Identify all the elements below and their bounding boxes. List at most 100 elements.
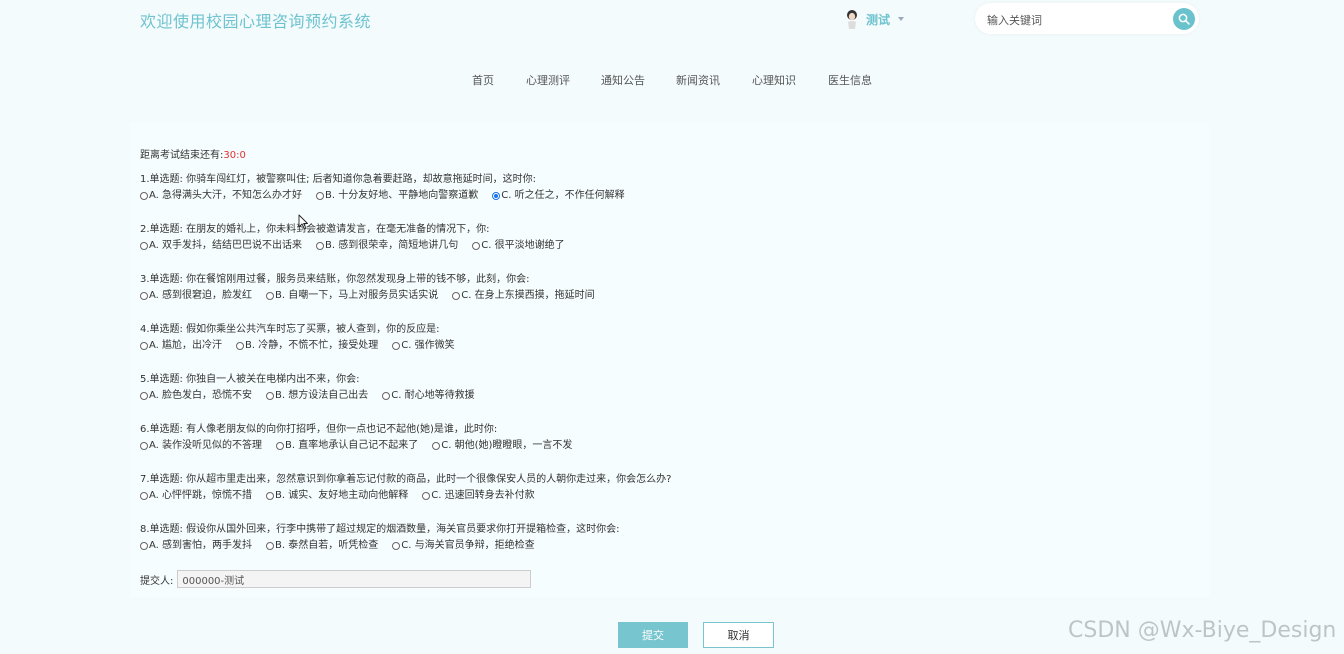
answer-option-label: C. 迅速回转身去补付款 bbox=[431, 490, 535, 501]
answer-option[interactable]: B. 十分友好地、平静地向警察道歉 bbox=[316, 188, 478, 204]
answer-option-label: C. 很平淡地谢绝了 bbox=[481, 240, 565, 251]
answer-option[interactable]: A. 急得满头大汗，不知怎么办才好 bbox=[140, 188, 302, 204]
answer-option[interactable]: A. 双手发抖，结结巴巴说不出话来 bbox=[140, 238, 302, 254]
question-options: A. 心怦怦跳，惊慌不措 B. 诚实、友好地主动向他解释 C. 迅速回转身去补付款 bbox=[140, 488, 671, 504]
avatar bbox=[844, 9, 860, 29]
cancel-button[interactable]: 取消 bbox=[703, 622, 774, 648]
question-item: 6.单选题: 有人像老朋友似的向你打招呼，但你一点也记不起他(她)是谁，此时你:… bbox=[140, 422, 586, 454]
answer-option[interactable]: C. 朝他(她)瞪瞪眼，一言不发 bbox=[432, 438, 572, 454]
answer-option-label: C. 在身上东摸西摸，拖延时间 bbox=[461, 290, 595, 301]
nav-item-news[interactable]: 新闻资讯 bbox=[676, 72, 720, 88]
radio-button[interactable] bbox=[140, 492, 148, 500]
answer-option-label: B. 冷静，不慌不忙，接受处理 bbox=[245, 340, 379, 351]
radio-button[interactable] bbox=[236, 342, 245, 350]
question-item: 2.单选题: 在朋友的婚礼上，你未料到会被邀请发言，在毫无准备的情况下，你: A.… bbox=[140, 222, 579, 254]
radio-button[interactable] bbox=[140, 392, 148, 400]
answer-option-label: B. 自嘲一下，马上对服务员实话实说 bbox=[275, 290, 439, 301]
question-title: 4.单选题: 假如你乘坐公共汽车时忘了买票，被人查到，你的反应是: bbox=[140, 324, 440, 335]
answer-option-label: B. 十分友好地、平静地向警察道歉 bbox=[325, 190, 479, 201]
answer-option-label: A. 双手发抖，结结巴巴说不出话来 bbox=[149, 240, 303, 251]
answer-option[interactable]: C. 强作微笑 bbox=[392, 338, 455, 354]
answer-option[interactable]: B. 想方设法自己出去 bbox=[266, 388, 368, 404]
radio-button[interactable] bbox=[316, 242, 325, 250]
nav-item-notices[interactable]: 通知公告 bbox=[601, 72, 645, 88]
question-item: 4.单选题: 假如你乘坐公共汽车时忘了买票，被人查到，你的反应是: A. 尴尬，出… bbox=[140, 322, 469, 354]
answer-option[interactable]: C. 在身上东摸西摸，拖延时间 bbox=[452, 288, 595, 304]
question-title: 3.单选题: 你在餐馆刚用过餐，服务员来结账，你忽然发现身上带的钱不够，此刻，你… bbox=[140, 274, 530, 285]
username[interactable]: 测试 bbox=[866, 11, 890, 28]
answer-option[interactable]: C. 很平淡地谢绝了 bbox=[472, 238, 565, 254]
answer-option[interactable]: A. 装作没听见似的不答理 bbox=[140, 438, 262, 454]
radio-button[interactable] bbox=[140, 242, 148, 250]
answer-option-label: B. 想方设法自己出去 bbox=[275, 390, 369, 401]
answer-option[interactable]: B. 自嘲一下，马上对服务员实话实说 bbox=[266, 288, 438, 304]
watermark: CSDN @Wx-Biye_Design bbox=[1068, 618, 1337, 643]
radio-button[interactable] bbox=[392, 542, 401, 550]
radio-button[interactable] bbox=[140, 292, 148, 300]
question-item: 5.单选题: 你独自一人被关在电梯内出不来，你会: A. 脸色发白，恐慌不安 B. … bbox=[140, 372, 489, 404]
nav-item-assessment[interactable]: 心理测评 bbox=[526, 72, 570, 88]
answer-option[interactable]: A. 脸色发白，恐慌不安 bbox=[140, 388, 252, 404]
submit-button[interactable]: 提交 bbox=[618, 622, 688, 648]
radio-button[interactable] bbox=[276, 442, 285, 450]
exam-timer: 距离考试结束还有:30:0 bbox=[140, 146, 246, 161]
answer-option-label: B. 直率地承认自己记不起来了 bbox=[285, 440, 419, 451]
radio-button[interactable] bbox=[432, 442, 441, 450]
answer-option-label: A. 心怦怦跳，惊慌不措 bbox=[149, 490, 253, 501]
nav-item-knowledge[interactable]: 心理知识 bbox=[752, 72, 796, 88]
radio-button[interactable] bbox=[452, 292, 461, 300]
question-options: A. 感到害怕，两手发抖 B. 泰然自若，听凭检查 C. 与海关官员争辩，拒绝检查 bbox=[140, 538, 619, 554]
answer-option[interactable]: C. 听之任之，不作任何解释 bbox=[492, 188, 625, 204]
answer-option[interactable]: A. 感到很窘迫，脸发红 bbox=[140, 288, 252, 304]
answer-option-label: A. 装作没听见似的不答理 bbox=[149, 440, 263, 451]
answer-option[interactable]: B. 直率地承认自己记不起来了 bbox=[276, 438, 418, 454]
answer-option[interactable]: C. 耐心地等待救援 bbox=[382, 388, 475, 404]
search-icon bbox=[1178, 13, 1190, 25]
radio-button[interactable] bbox=[266, 292, 275, 300]
answer-option-label: A. 感到害怕，两手发抖 bbox=[149, 540, 253, 551]
radio-button[interactable] bbox=[140, 342, 148, 350]
answer-option-label: A. 尴尬，出冷汗 bbox=[149, 340, 223, 351]
answer-option-label: C. 与海关官员争辩，拒绝检查 bbox=[401, 540, 535, 551]
question-item: 7.单选题: 你从超市里走出来，忽然意识到你拿着忘记付款的商品，此时一个很像保安… bbox=[140, 472, 671, 504]
answer-option-label: B. 诚实、友好地主动向他解释 bbox=[275, 490, 409, 501]
radio-button[interactable] bbox=[266, 392, 275, 400]
submitter-label: 提交人: bbox=[140, 575, 174, 587]
search-button[interactable] bbox=[1173, 8, 1195, 30]
answer-option-label: C. 朝他(她)瞪瞪眼，一言不发 bbox=[441, 440, 573, 451]
nav-item-doctors[interactable]: 医生信息 bbox=[828, 72, 872, 88]
radio-button[interactable] bbox=[140, 542, 148, 550]
submitter-field[interactable] bbox=[177, 570, 532, 588]
chevron-down-icon[interactable] bbox=[898, 17, 905, 21]
radio-button[interactable] bbox=[422, 492, 431, 500]
radio-button[interactable] bbox=[492, 192, 501, 200]
radio-button[interactable] bbox=[382, 392, 391, 400]
radio-button[interactable] bbox=[472, 242, 481, 250]
answer-option[interactable]: B. 诚实、友好地主动向他解释 bbox=[266, 488, 408, 504]
radio-button[interactable] bbox=[392, 342, 401, 350]
user-menu[interactable]: 测试 bbox=[844, 9, 905, 29]
question-item: 3.单选题: 你在餐馆刚用过餐，服务员来结账，你忽然发现身上带的钱不够，此刻，你… bbox=[140, 272, 609, 304]
answer-option[interactable]: A. 感到害怕，两手发抖 bbox=[140, 538, 252, 554]
radio-button[interactable] bbox=[140, 442, 148, 450]
answer-option[interactable]: A. 尴尬，出冷汗 bbox=[140, 338, 222, 354]
answer-option[interactable]: B. 泰然自若，听凭检查 bbox=[266, 538, 378, 554]
search-box bbox=[975, 3, 1199, 34]
question-title: 2.单选题: 在朋友的婚礼上，你未料到会被邀请发言，在毫无准备的情况下，你: bbox=[140, 224, 490, 235]
answer-option[interactable]: C. 与海关官员争辩，拒绝检查 bbox=[392, 538, 535, 554]
timer-label: 距离考试结束还有: bbox=[140, 150, 224, 161]
site-title: 欢迎使用校园心理咨询预约系统 bbox=[140, 12, 372, 31]
radio-button[interactable] bbox=[140, 192, 148, 200]
answer-option[interactable]: B. 冷静，不慌不忙，接受处理 bbox=[236, 338, 378, 354]
answer-option-label: A. 急得满头大汗，不知怎么办才好 bbox=[149, 190, 303, 201]
answer-option[interactable]: C. 迅速回转身去补付款 bbox=[422, 488, 535, 504]
search-input[interactable] bbox=[985, 10, 1169, 30]
nav-item-home[interactable]: 首页 bbox=[472, 72, 494, 88]
question-options: A. 脸色发白，恐慌不安 B. 想方设法自己出去 C. 耐心地等待救援 bbox=[140, 388, 489, 404]
answer-option[interactable]: B. 感到很荣幸，简短地讲几句 bbox=[316, 238, 458, 254]
radio-button[interactable] bbox=[266, 492, 275, 500]
radio-button[interactable] bbox=[266, 542, 275, 550]
radio-button[interactable] bbox=[316, 192, 325, 200]
question-title: 8.单选题: 假设你从国外回来，行李中携带了超过规定的烟酒数量，海关官员要求你打… bbox=[140, 524, 620, 535]
answer-option[interactable]: A. 心怦怦跳，惊慌不措 bbox=[140, 488, 252, 504]
